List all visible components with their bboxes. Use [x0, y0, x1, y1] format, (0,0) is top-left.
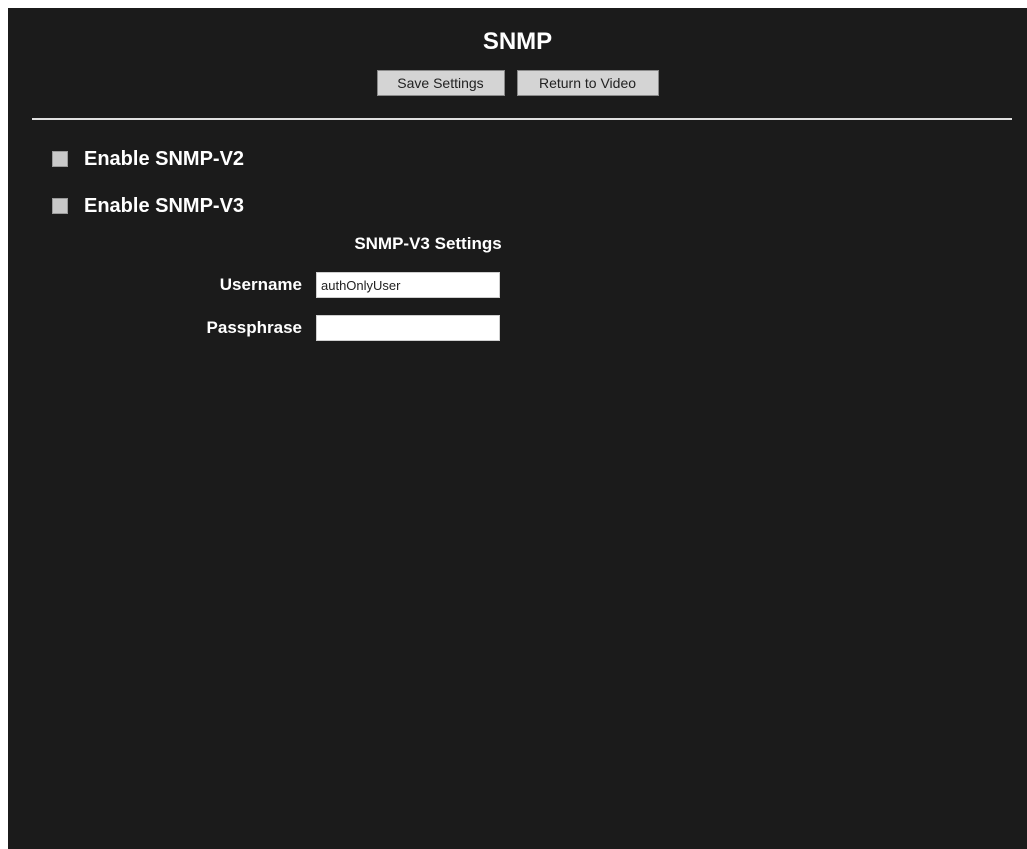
divider [32, 118, 1012, 120]
settings-panel: SNMP Save Settings Return to Video Enabl… [8, 8, 1027, 849]
username-field[interactable] [316, 272, 500, 298]
enable-snmp-v3-label: Enable SNMP-V3 [84, 194, 245, 217]
snmp-v3-settings-heading: SNMP-V3 Settings [354, 234, 502, 253]
username-label: Username [219, 275, 302, 294]
passphrase-label: Passphrase [206, 318, 302, 337]
username-row: Username [148, 272, 500, 298]
passphrase-field[interactable] [316, 315, 500, 341]
return-to-video-button[interactable]: Return to Video [516, 70, 659, 96]
passphrase-row: Passphrase [148, 315, 500, 341]
enable-snmp-v2-label: Enable SNMP-V2 [84, 147, 245, 170]
enable-snmp-v3-checkbox[interactable] [52, 198, 68, 214]
enable-snmp-v2-option[interactable]: Enable SNMP-V2 [52, 148, 244, 170]
toolbar: Save Settings Return to Video [8, 70, 1027, 96]
enable-snmp-v3-option[interactable]: Enable SNMP-V3 [52, 195, 244, 217]
save-settings-button[interactable]: Save Settings [376, 70, 505, 96]
enable-snmp-v2-checkbox[interactable] [52, 151, 68, 167]
page-title: SNMP [482, 28, 553, 55]
